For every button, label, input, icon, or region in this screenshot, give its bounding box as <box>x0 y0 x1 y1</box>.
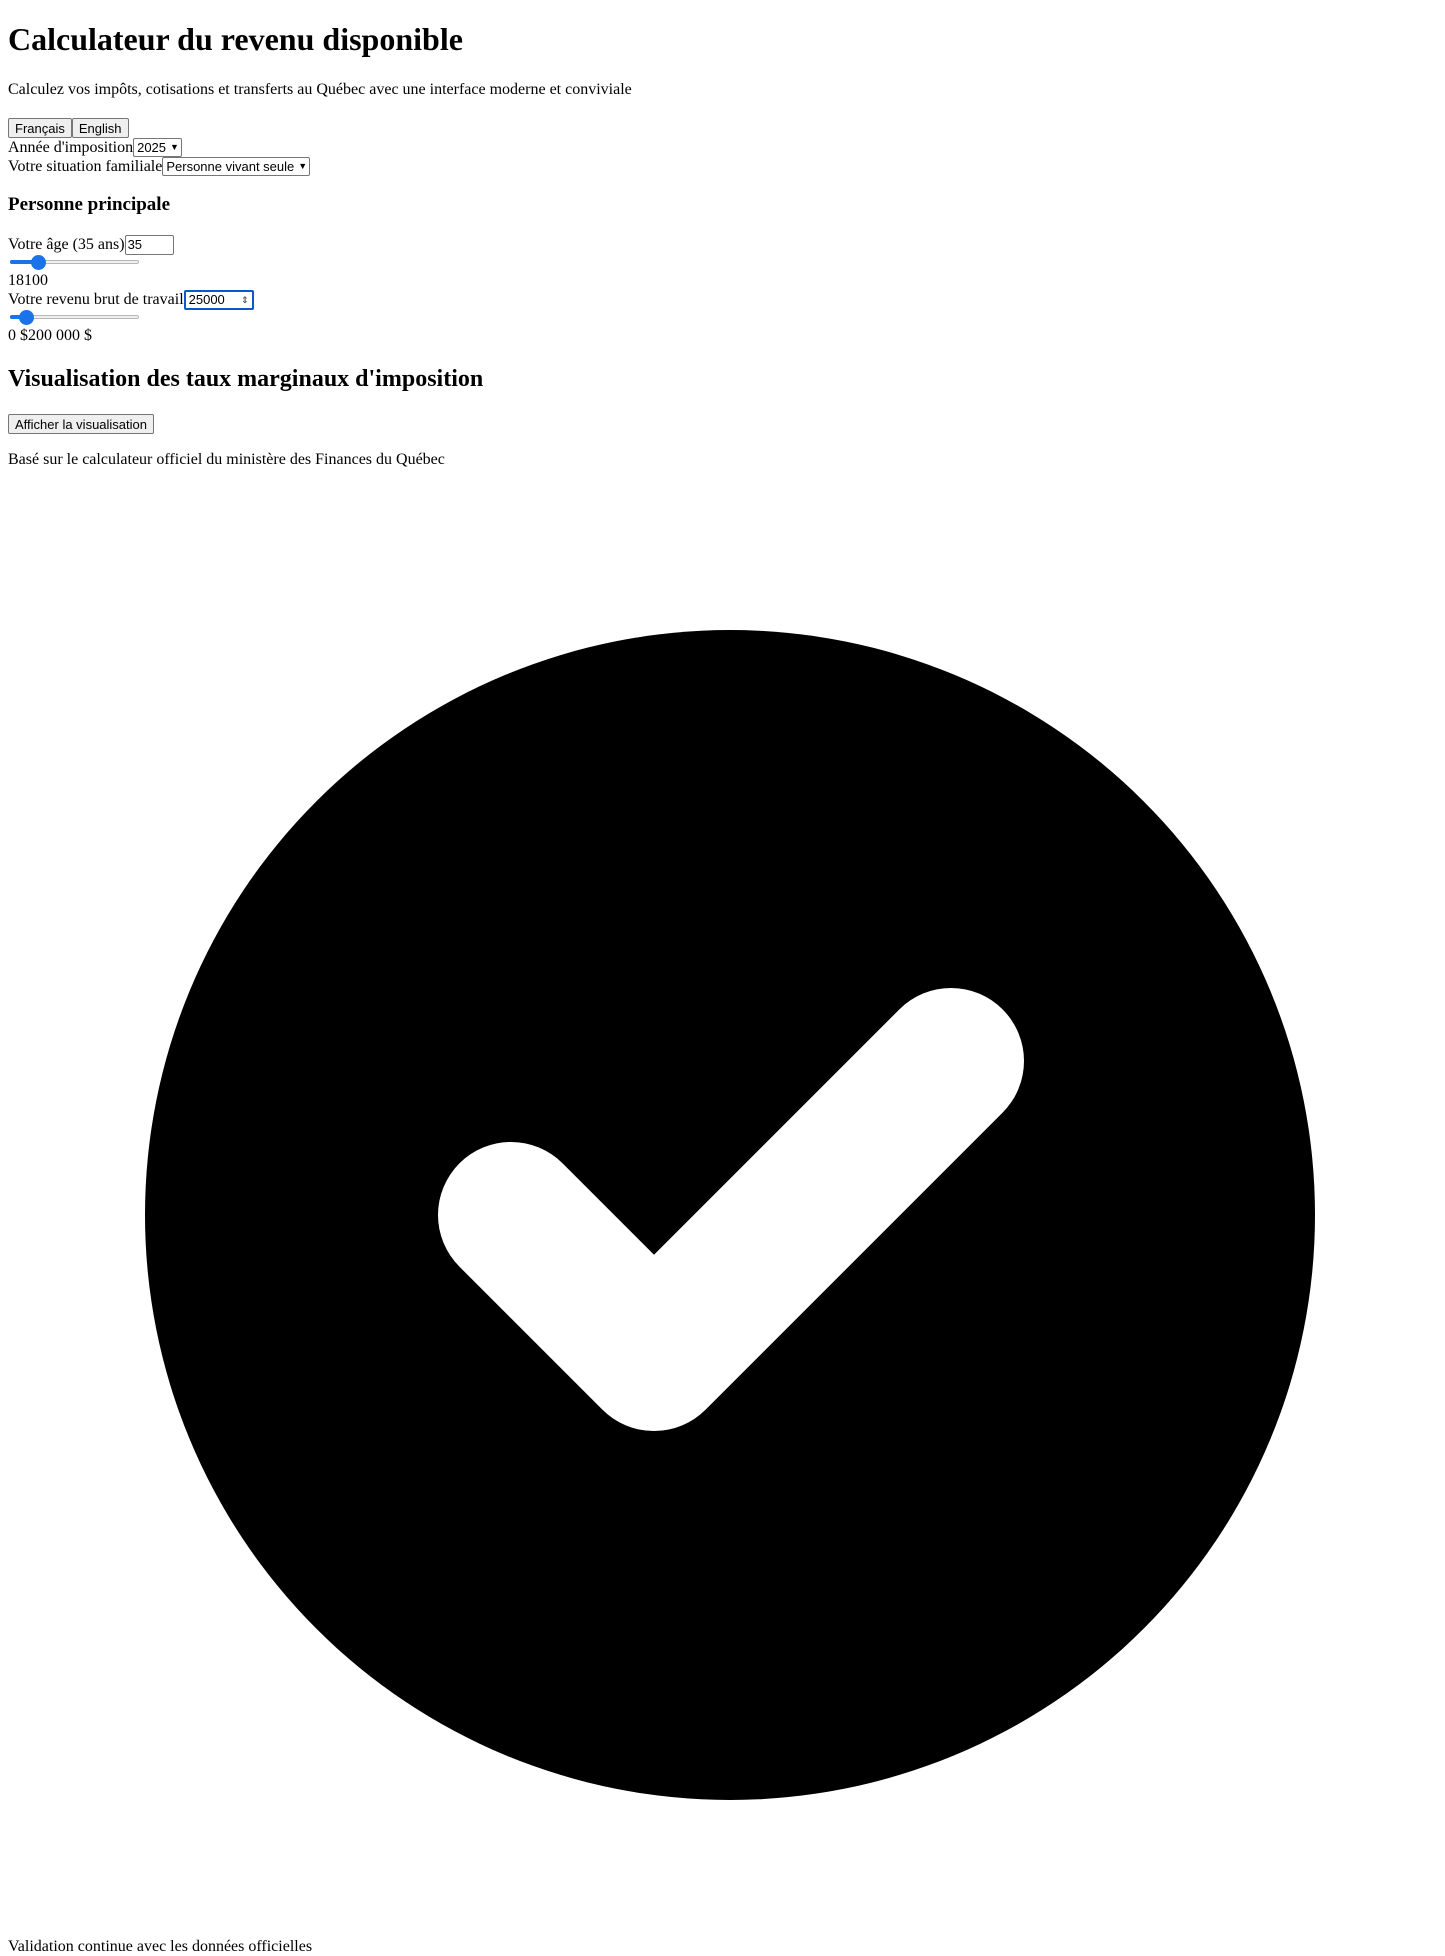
tax-year-value: 2025 <box>137 140 167 155</box>
french-language-button[interactable]: Français <box>8 118 72 138</box>
family-situation-label: Votre situation familiale <box>8 158 163 175</box>
tax-year-select[interactable]: 2025 ▼ <box>133 138 182 157</box>
visualization-heading: Visualisation des taux marginaux d'impos… <box>8 366 484 392</box>
calculator-page: Calculateur du revenu disponible Calcule… <box>8 0 1437 469</box>
age-label: Votre âge (35 ans) <box>8 236 125 253</box>
age-slider-thumb[interactable] <box>31 255 46 270</box>
age-row: Votre âge (35 ans) <box>8 234 1437 255</box>
family-situation-row: Votre situation familiale Personne vivan… <box>8 157 1437 176</box>
source-note: Basé sur le calculateur officiel du mini… <box>8 451 445 468</box>
check-circle-icon <box>145 630 1315 1800</box>
page-title: Calculateur du revenu disponible <box>8 21 463 57</box>
english-language-button[interactable]: English <box>71 118 129 138</box>
income-input[interactable]: 25000 ⇕ <box>183 289 254 310</box>
family-situation-value: Personne vivant seule <box>166 159 295 174</box>
age-input[interactable] <box>124 234 174 255</box>
income-range-text: 0 $200 000 $ <box>8 327 92 344</box>
age-range-text: 18100 <box>8 272 48 289</box>
visualization-button-row: Afficher la visualisation <box>8 414 1437 434</box>
income-label: Votre revenu brut de travail <box>8 291 184 308</box>
income-slider-thumb[interactable] <box>19 310 34 325</box>
validation-note: Validation continue avec les données off… <box>8 1938 313 1955</box>
income-value: 25000 <box>188 291 225 307</box>
main-person-heading: Personne principale <box>8 194 171 215</box>
language-switcher: Français English <box>8 118 1437 138</box>
income-row: Votre revenu brut de travail 25000 ⇕ <box>8 289 1437 310</box>
income-slider[interactable] <box>10 309 139 326</box>
chevron-down-icon: ▼ <box>298 161 308 171</box>
tax-year-row: Année d'imposition 2025 ▼ <box>8 138 1437 157</box>
tax-year-label: Année d'imposition <box>8 139 134 156</box>
spinner-icon[interactable]: ⇕ <box>241 292 249 308</box>
age-slider[interactable] <box>10 254 139 271</box>
show-visualization-button[interactable]: Afficher la visualisation <box>8 414 154 434</box>
page-subtitle: Calculez vos impôts, cotisations et tran… <box>8 81 632 98</box>
family-situation-select[interactable]: Personne vivant seule ▼ <box>162 157 311 176</box>
chevron-down-icon: ▼ <box>170 142 179 152</box>
